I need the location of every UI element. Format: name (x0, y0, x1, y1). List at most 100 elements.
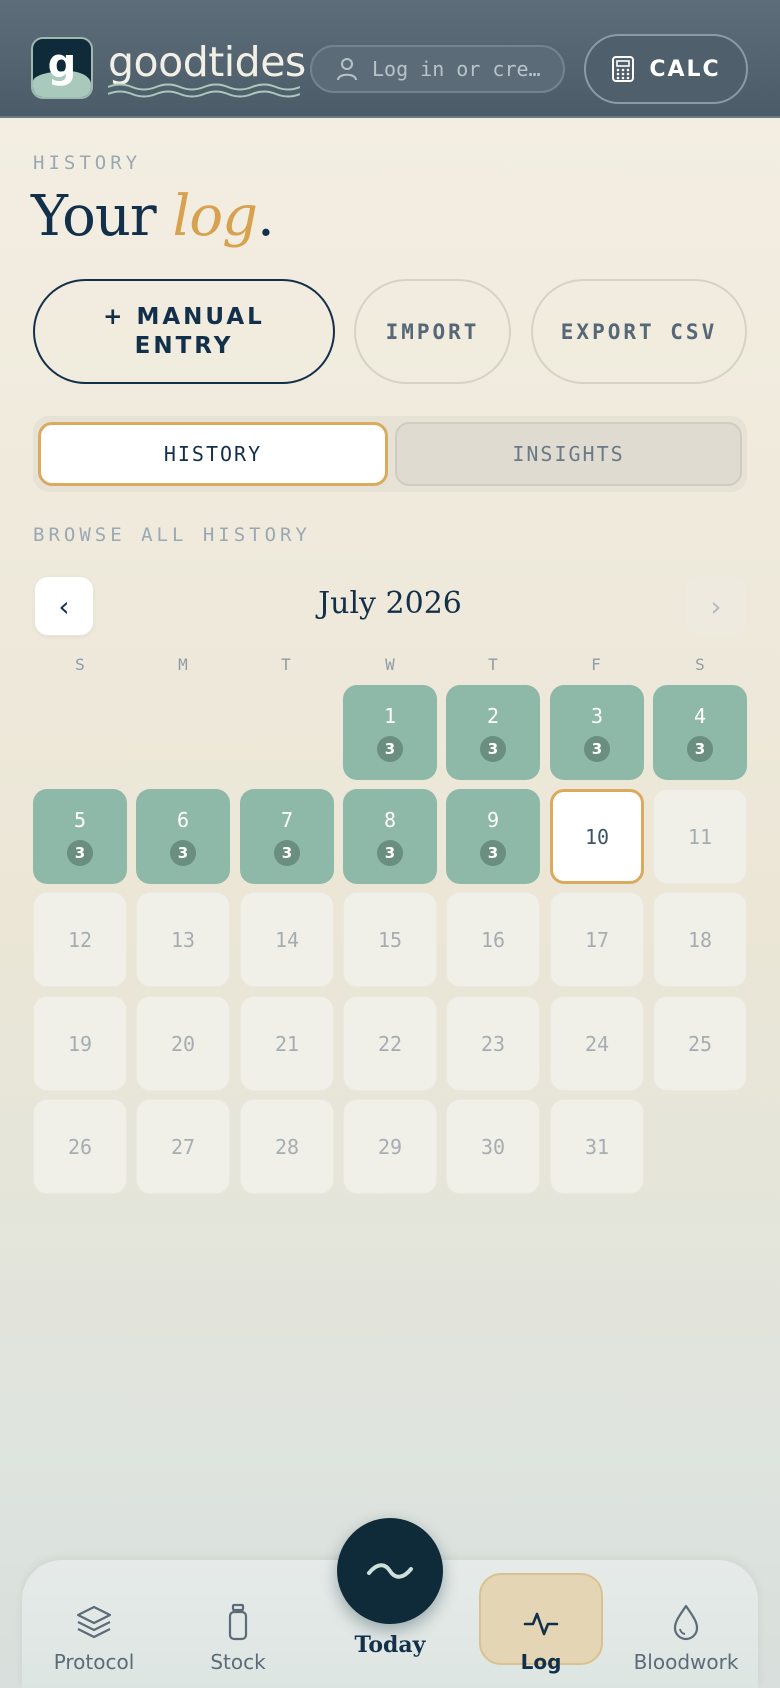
calc-button[interactable]: CALC (584, 34, 748, 104)
day-number: 22 (377, 1031, 403, 1056)
day-number: 13 (170, 927, 196, 952)
calendar-day[interactable]: 28 (240, 1099, 334, 1194)
day-number: 2 (486, 703, 500, 728)
import-button[interactable]: IMPORT (354, 279, 511, 384)
login-button[interactable]: Log in or cre… (310, 45, 565, 93)
calendar-day[interactable]: 10 (550, 789, 644, 884)
calendar-day[interactable]: 73 (240, 789, 334, 884)
entry-count-badge: 3 (170, 839, 196, 866)
user-icon (337, 58, 357, 81)
calendar-day[interactable]: 23 (446, 996, 540, 1091)
calendar-day[interactable]: 83 (343, 789, 437, 884)
calendar-day[interactable]: 13 (136, 892, 230, 987)
manual-entry-button[interactable]: + MANUAL ENTRY (33, 279, 335, 384)
calendar-day[interactable]: 93 (446, 789, 540, 884)
calendar-day[interactable]: 43 (653, 685, 747, 780)
day-number: 18 (687, 927, 713, 952)
entry-count-badge: 3 (480, 839, 506, 866)
layers-icon (76, 1605, 112, 1639)
day-number: 23 (480, 1031, 506, 1056)
manual-entry-label: + MANUAL ENTRY (103, 303, 265, 359)
day-number: 14 (274, 927, 300, 952)
view-segmented-control: HISTORY INSIGHTS (33, 416, 747, 492)
prev-month-button[interactable]: ‹ (34, 576, 94, 636)
calendar-day[interactable]: 15 (343, 892, 437, 987)
brand-wave-icon (108, 83, 300, 98)
browse-label: BROWSE ALL HISTORY (33, 524, 311, 546)
day-number: 5 (73, 807, 87, 832)
title-end: . (256, 184, 275, 249)
day-number: 25 (687, 1031, 713, 1056)
day-number: 20 (170, 1031, 196, 1056)
calendar-day[interactable]: 63 (136, 789, 230, 884)
day-number: 15 (377, 927, 403, 952)
day-number: 21 (274, 1031, 300, 1056)
day-number: 9 (486, 807, 500, 832)
day-number: 6 (176, 807, 190, 832)
droplet-icon (673, 1604, 699, 1641)
calendar-day[interactable]: 26 (33, 1099, 127, 1194)
weekday-label: M (178, 655, 188, 674)
calc-label: CALC (649, 56, 721, 82)
calendar-day[interactable]: 17 (550, 892, 644, 987)
calendar-day[interactable]: 11 (653, 789, 747, 884)
calendar-day[interactable]: 12 (33, 892, 127, 987)
weekday-label: T (281, 655, 291, 674)
page-title: Your log. (31, 184, 275, 249)
next-month-button[interactable]: › (686, 576, 746, 636)
app-header: g goodtides Log in or cre… CALC (0, 0, 780, 118)
calendar-day[interactable]: 16 (446, 892, 540, 987)
calendar-day[interactable]: 24 (550, 996, 644, 1091)
login-label: Log in or cre… (372, 57, 541, 81)
calendar-day[interactable]: 33 (550, 685, 644, 780)
weekday-label: W (385, 655, 395, 674)
day-number: 31 (584, 1134, 610, 1159)
title-accent: log (172, 184, 257, 249)
nav-protocol-label: Protocol (53, 1650, 135, 1674)
weekday-label: F (591, 655, 601, 674)
nav-bloodwork[interactable]: Bloodwork (626, 1588, 746, 1674)
nav-protocol[interactable]: Protocol (34, 1588, 154, 1674)
day-number: 7 (280, 807, 294, 832)
today-button[interactable] (337, 1518, 443, 1624)
vial-icon (228, 1603, 248, 1641)
calendar-day[interactable]: 25 (653, 996, 747, 1091)
entry-count-badge: 3 (377, 839, 403, 866)
entry-count-badge: 3 (687, 735, 713, 762)
calendar-day[interactable]: 19 (33, 996, 127, 1091)
day-number: 16 (480, 927, 506, 952)
calendar-day[interactable]: 23 (446, 685, 540, 780)
calendar-day[interactable]: 30 (446, 1099, 540, 1194)
day-number: 29 (377, 1134, 403, 1159)
calendar-day[interactable]: 22 (343, 996, 437, 1091)
calculator-icon (612, 56, 635, 82)
nav-log[interactable]: Log (481, 1588, 601, 1674)
day-number: 26 (67, 1134, 93, 1159)
calendar-day[interactable]: 20 (136, 996, 230, 1091)
calendar-day[interactable]: 18 (653, 892, 747, 987)
nav-log-label: Log (520, 1650, 562, 1674)
brand-name[interactable]: goodtides (108, 38, 306, 86)
day-number: 24 (584, 1031, 610, 1056)
calendar-day[interactable]: 21 (240, 996, 334, 1091)
tab-history[interactable]: HISTORY (38, 422, 388, 486)
day-number: 17 (584, 927, 610, 952)
weekday-label: T (488, 655, 498, 674)
app-logo[interactable]: g (31, 37, 93, 99)
section-eyebrow: HISTORY (33, 152, 142, 174)
entry-count-badge: 3 (377, 735, 403, 762)
calendar-day[interactable]: 14 (240, 892, 334, 987)
calendar-day[interactable]: 53 (33, 789, 127, 884)
nav-bloodwork-label: Bloodwork (633, 1650, 739, 1674)
entry-count-badge: 3 (584, 735, 610, 762)
nav-stock[interactable]: Stock (178, 1588, 298, 1674)
calendar-day[interactable]: 31 (550, 1099, 644, 1194)
export-csv-button[interactable]: EXPORT CSV (531, 279, 747, 384)
calendar-day[interactable]: 27 (136, 1099, 230, 1194)
logo-letter: g (47, 41, 77, 87)
tab-insights[interactable]: INSIGHTS (395, 422, 742, 486)
calendar-day[interactable]: 29 (343, 1099, 437, 1194)
weekday-label: S (695, 655, 705, 674)
calendar-day[interactable]: 13 (343, 685, 437, 780)
day-number: 1 (383, 703, 397, 728)
